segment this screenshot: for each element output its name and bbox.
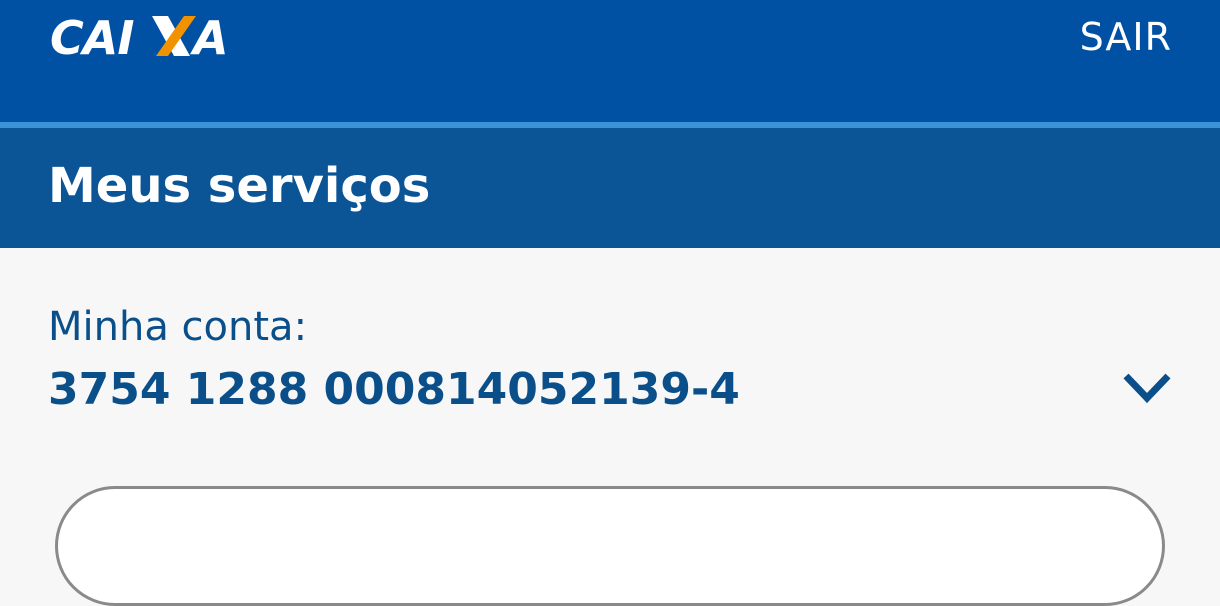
- chevron-down-icon[interactable]: [1120, 368, 1174, 408]
- top-app-bar: CAI A SAIR: [0, 0, 1220, 122]
- account-label: Minha conta:: [48, 304, 308, 350]
- caixa-logo-x: [152, 16, 196, 56]
- caixa-logo: CAI A: [50, 12, 229, 60]
- service-card[interactable]: [55, 486, 1165, 606]
- svg-text:CAI: CAI: [50, 12, 134, 60]
- page-title: Meus serviços: [48, 158, 431, 214]
- svg-text:A: A: [190, 12, 229, 60]
- logout-button[interactable]: SAIR: [1080, 15, 1172, 59]
- account-number[interactable]: 3754 1288 000814052139-4: [48, 364, 740, 415]
